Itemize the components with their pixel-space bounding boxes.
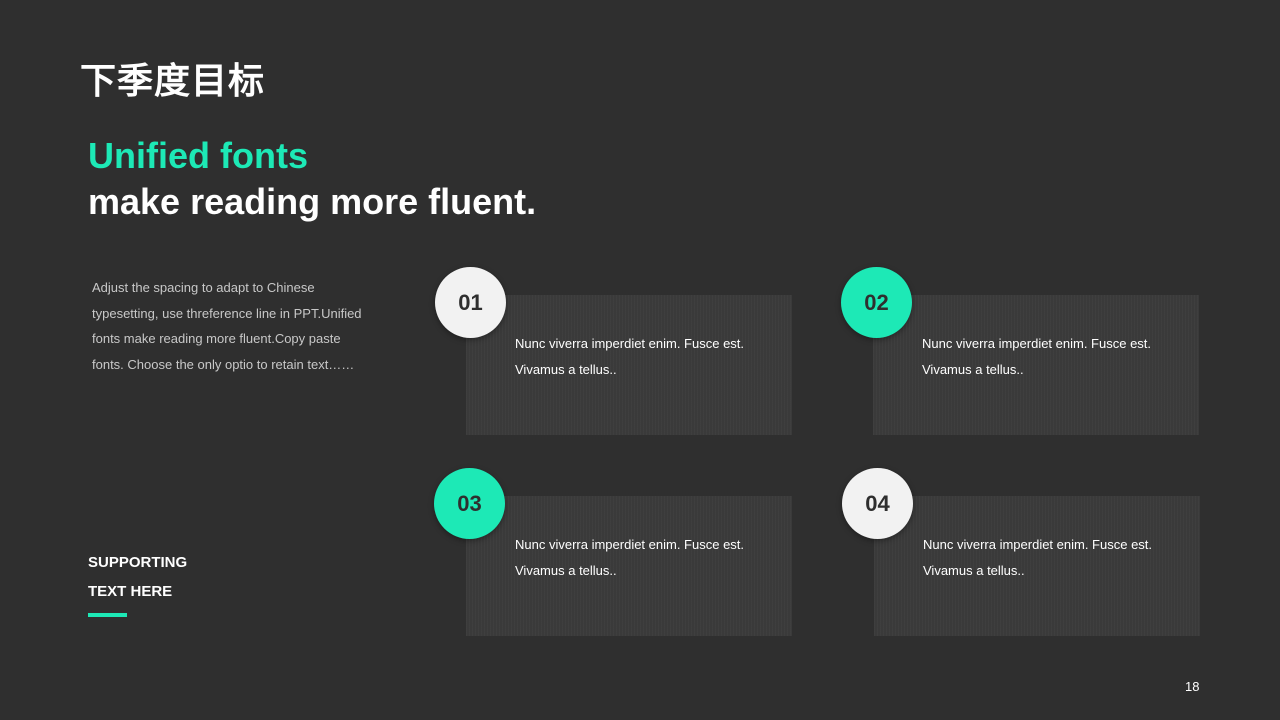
goal-number-badge-01: 01: [435, 267, 506, 338]
goal-number-badge-03: 03: [434, 468, 505, 539]
goal-card-text: Nunc viverra imperdiet enim. Fusce est. …: [923, 537, 1153, 578]
goal-card-02: Nunc viverra imperdiet enim. Fusce est. …: [873, 295, 1199, 435]
goal-card-03: Nunc viverra imperdiet enim. Fusce est. …: [466, 496, 792, 636]
headline-main: make reading more fluent.: [88, 181, 537, 222]
goal-card-text: Nunc viverra imperdiet enim. Fusce est. …: [515, 336, 745, 377]
headline-accent: Unified fonts: [88, 135, 308, 176]
intro-paragraph: Adjust the spacing to adapt to Chinese t…: [92, 280, 362, 372]
accent-underline: [88, 613, 127, 617]
slide: 下季度目标 Unified fonts make reading more fl…: [0, 0, 1280, 720]
supporting-text-line-1: SUPPORTING: [88, 554, 188, 571]
goal-card-text: Nunc viverra imperdiet enim. Fusce est. …: [922, 336, 1152, 377]
goal-card-04: Nunc viverra imperdiet enim. Fusce est. …: [874, 496, 1200, 636]
page-title: 下季度目标: [80, 61, 266, 102]
goal-number-badge-02: 02: [841, 267, 912, 338]
supporting-text: SUPPORTING TEXT HERE: [88, 548, 187, 606]
goal-card-text: Nunc viverra imperdiet enim. Fusce est. …: [515, 537, 745, 578]
goal-card-01: Nunc viverra imperdiet enim. Fusce est. …: [466, 295, 792, 435]
supporting-text-line-2: TEXT HERE: [88, 583, 173, 600]
goal-number-badge-04: 04: [842, 468, 913, 539]
page-number: 18: [1185, 679, 1200, 694]
